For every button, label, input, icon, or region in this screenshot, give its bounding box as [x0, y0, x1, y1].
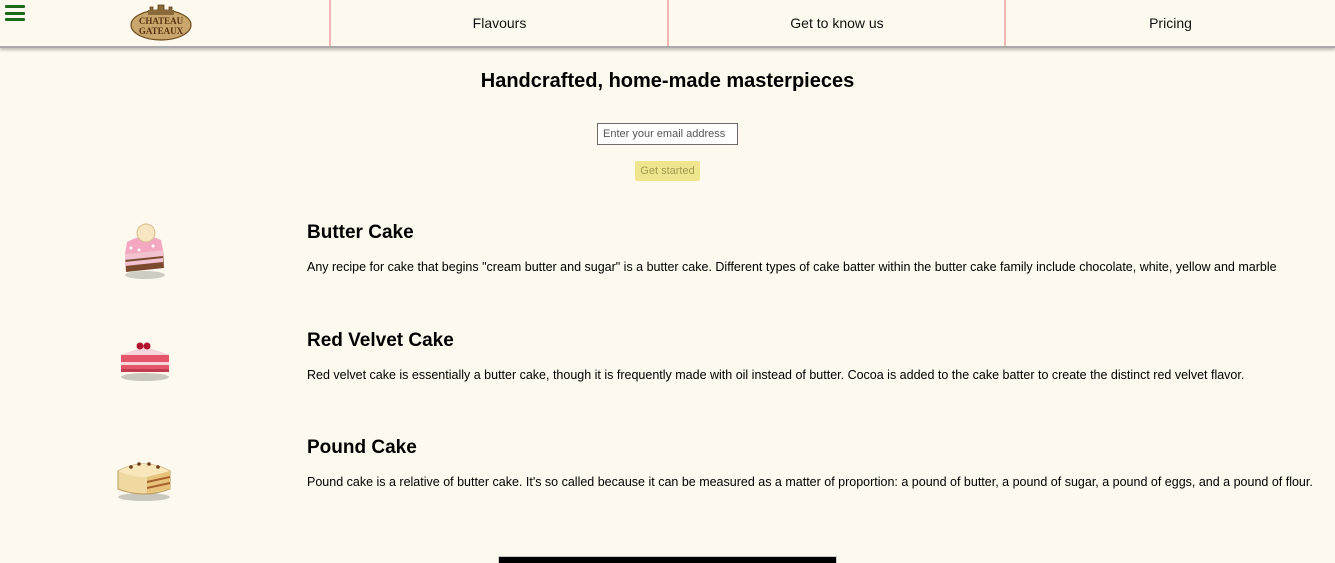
- cake-title: Butter Cake: [307, 222, 414, 243]
- nav-get-to-know-us[interactable]: Get to know us: [667, 0, 1005, 46]
- logo-text-line1: CHATEAU: [139, 16, 184, 26]
- hero-title: Handcrafted, home-made masterpieces: [480, 70, 855, 92]
- site-header: CHATEAU GATEAUX Flavours Get to know us …: [0, 0, 1335, 48]
- embedded-video-frame[interactable]: [498, 556, 837, 563]
- email-input[interactable]: [597, 123, 738, 145]
- nav-pricing[interactable]: Pricing: [1004, 0, 1335, 46]
- logo-text-line2: GATEAUX: [139, 26, 184, 36]
- cake-description: Pound cake is a relative of butter cake.…: [307, 475, 1313, 489]
- pound-cake-icon: [117, 462, 171, 501]
- cake-description: Any recipe for cake that begins "cream b…: [307, 260, 1277, 274]
- cake-title: Red Velvet Cake: [307, 330, 454, 351]
- butter-cake-icon: [125, 223, 165, 279]
- red-velvet-cake-icon: [121, 342, 169, 381]
- cake-title: Pound Cake: [307, 437, 417, 458]
- chateau-gateaux-logo[interactable]: CHATEAU GATEAUX: [128, 3, 194, 41]
- hamburger-menu-icon[interactable]: [5, 5, 25, 21]
- nav-flavours[interactable]: Flavours: [329, 0, 668, 46]
- cake-description: Red velvet cake is essentially a butter …: [307, 368, 1245, 382]
- get-started-button[interactable]: Get started: [635, 161, 700, 181]
